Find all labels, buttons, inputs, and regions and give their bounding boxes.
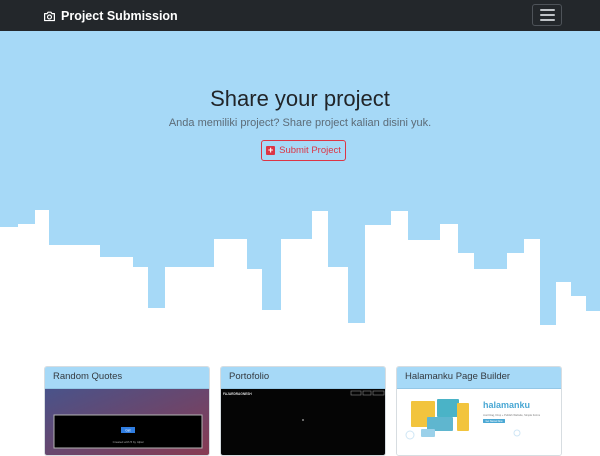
card-title: Halamanku Page Builder [397,367,561,389]
project-card-halamanku[interactable]: Halamanku Page Builder halamanku Just Dr… [396,366,562,456]
hamburger-menu-icon [539,9,555,11]
halamanku-preview-image[interactable]: halamanku Just Drag, Drop + Publish Webs… [397,389,562,456]
project-card-random-quotes[interactable]: Random Quotes Get Created with ♥ by Iqba… [44,366,210,456]
hamburger-line [539,14,555,16]
preview-cta: Get Started Now [486,420,503,423]
hamburger-line [539,19,555,21]
submit-project-label: Submit Project [279,145,341,156]
navbar: Project Submission [0,0,600,31]
submit-project-button[interactable]: + Submit Project [261,140,346,161]
card-title: Portofolio [221,367,385,389]
plus-square-icon: + [266,145,276,155]
preview-get-button: Get [125,429,130,433]
project-card-portofolio[interactable]: Portofolio FAJARDRAGNESH [220,366,386,456]
random-quotes-preview-image[interactable]: Get Created with ♥ by Iqbal [45,389,210,456]
hero-background [0,31,600,351]
hero-title: Share your project [210,86,390,111]
camera-icon [43,10,56,23]
portofolio-preview-image[interactable]: FAJARDRAGNESH [221,389,386,456]
preview-tagline: Just Drag, Drop + Publish Website, Simpl… [483,413,541,417]
preview-logo: halamanku [483,400,530,410]
navbar-toggler-button[interactable] [532,4,562,26]
preview-brand: FAJARDRAGNESH [223,392,252,396]
hero-subtitle: Anda memiliki project? Share project kal… [168,117,432,129]
brand-label: Project Submission [61,9,178,23]
navbar-brand[interactable]: Project Submission [43,8,178,24]
preview-caption: Created with ♥ by Iqbal [113,440,144,444]
card-title: Random Quotes [45,367,209,389]
